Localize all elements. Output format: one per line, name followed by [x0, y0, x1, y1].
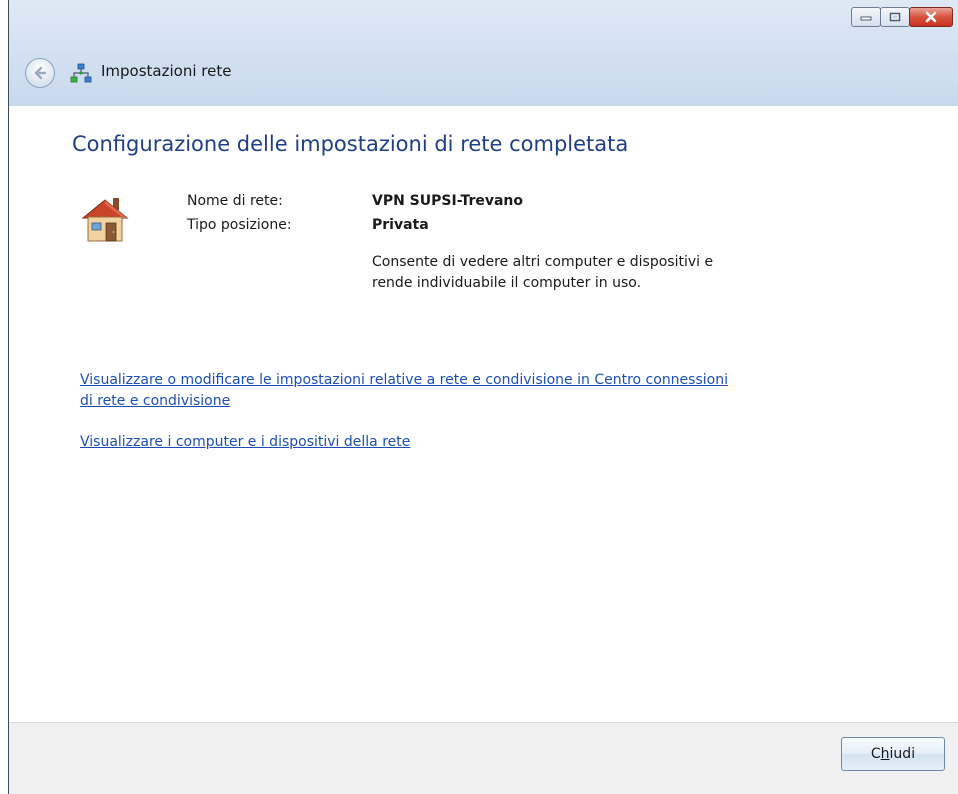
close-button[interactable]: Chiudi [841, 737, 945, 771]
close-icon [925, 11, 937, 23]
view-devices-link[interactable]: Visualizzare i computer e i dispositivi … [80, 432, 410, 453]
location-description: Consente di vedere altri computer e disp… [372, 254, 714, 291]
page-heading: Configurazione delle impostazioni di ret… [72, 132, 629, 156]
network-name-label: Nome di rete: [187, 193, 283, 209]
footer-bar: Chiudi [9, 722, 958, 794]
caption-buttons [851, 7, 953, 27]
location-type-label: Tipo posizione: [187, 217, 292, 233]
close-button-label-prefix: C [870, 746, 881, 762]
close-window-button[interactable] [909, 7, 953, 27]
close-button-label-suffix: iudi [889, 746, 916, 762]
minimize-button[interactable] [851, 7, 881, 27]
location-type-value: Privata [372, 217, 429, 233]
back-button[interactable] [25, 58, 55, 88]
sharing-center-link[interactable]: Visualizzare o modificare le impostazion… [80, 370, 740, 412]
home-network-icon [81, 198, 129, 242]
maximize-icon [889, 12, 901, 22]
network-name-value: VPN SUPSI-Trevano [372, 193, 524, 209]
minimize-icon [860, 16, 872, 21]
network-icon [70, 63, 92, 83]
back-arrow-icon [34, 66, 47, 80]
close-button-accelerator: h [880, 746, 890, 762]
network-settings-window: Impostazioni rete Configurazione delle i… [8, 0, 958, 794]
maximize-button[interactable] [880, 7, 910, 27]
window-title: Impostazioni rete [101, 62, 232, 80]
main-content: Configurazione delle impostazioni di ret… [9, 106, 958, 722]
window-chrome: Impostazioni rete [9, 0, 958, 106]
